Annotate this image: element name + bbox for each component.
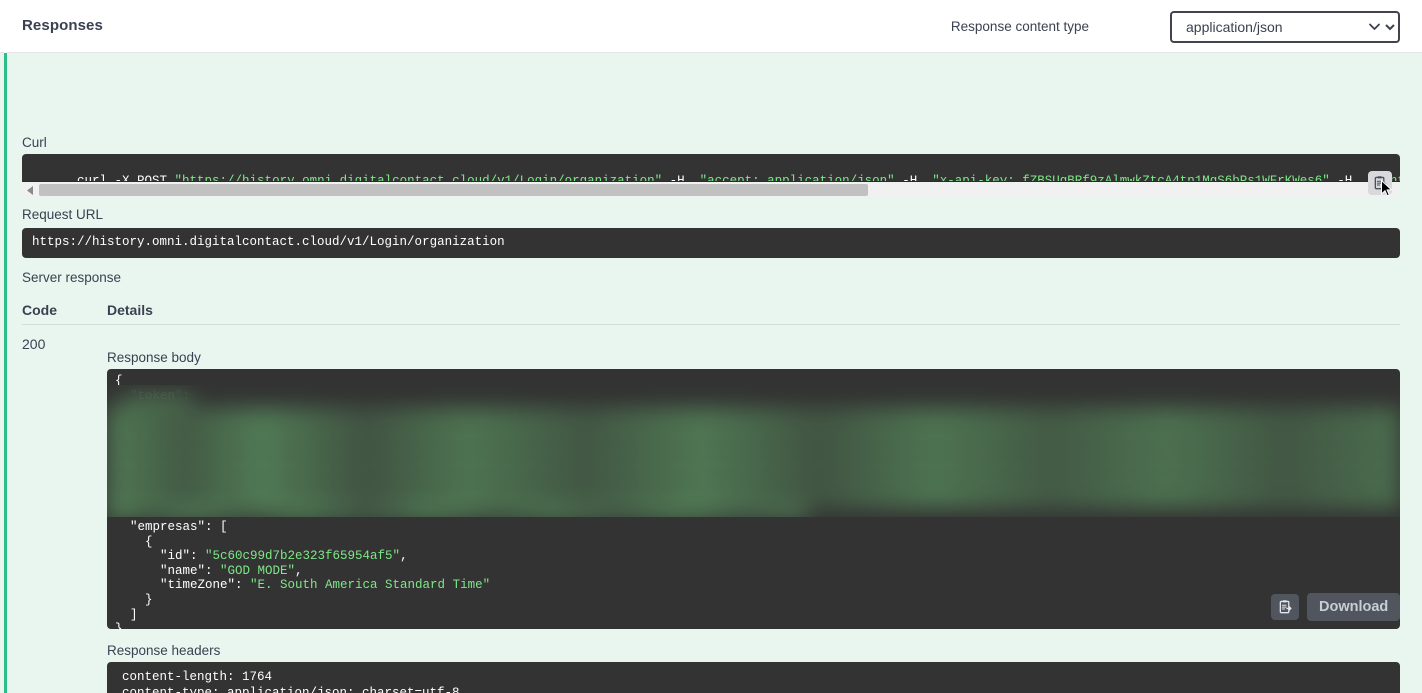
curl-segment: -H [894,174,933,181]
curl-segment: "https://history.omni.digitalcontact.clo… [174,174,663,181]
scroll-left-arrow-icon[interactable] [22,182,39,198]
json-token: "id": [160,549,206,564]
json-token: } [115,622,123,629]
status-code-value: 200 [22,336,46,352]
json-token: "token": [115,388,198,403]
response-content-type-label: Response content type [950,19,1089,34]
green-left-accent-bar [4,53,7,693]
response-body-json: { "token": "empresas": [ { "id": "5c60c9… [107,369,490,629]
response-content-type-select[interactable]: application/json [1170,11,1400,43]
json-token: { [115,374,123,388]
json-token: { [145,534,153,549]
json-token: "GOD MODE" [220,563,296,578]
responses-header-bar: Responses Response content type applicat… [0,0,1422,53]
response-headers-block: content-length: 1764 content-type: appli… [107,662,1400,693]
json-token: "E. South America Standard Time" [250,578,491,593]
json-token: "timeZone": [160,578,251,593]
curl-horizontal-scrollbar[interactable] [22,181,1400,198]
curl-segment: -H [662,174,700,181]
response-body-label: Response body [107,350,201,365]
json-token: "name": [160,563,221,578]
request-url-block: https://history.omni.digitalcontact.clou… [22,228,1400,258]
json-token: ] [130,607,138,622]
swagger-responses-panel: Responses Response content type applicat… [0,0,1422,693]
json-token: , [400,549,408,564]
table-divider [22,324,1400,325]
curl-command-text: curl -X POST "https://history.omni.digit… [77,174,1400,181]
json-token: "empresas": [ [130,519,228,534]
column-header-code: Code [22,302,57,318]
json-token: , [295,563,303,578]
responses-body: Curl curl -X POST "https://history.omni.… [0,53,1422,693]
header-left-accent [4,0,7,53]
curl-label: Curl [22,135,47,150]
json-token: } [145,592,153,607]
copy-to-clipboard-icon[interactable] [1271,594,1299,620]
copy-to-clipboard-icon[interactable] [1368,171,1392,195]
curl-command-block: curl -X POST "https://history.omni.digit… [22,154,1400,181]
server-response-label: Server response [22,270,122,285]
curl-segment: -H [1329,174,1368,181]
response-headers-label: Response headers [107,643,221,658]
download-button[interactable]: Download [1307,593,1401,621]
scrollbar-thumb[interactable] [39,184,868,196]
column-header-details: Details [107,302,153,318]
curl-segment: "x-api-key: fZBSUgBRf9zAlmwkZtcA4tn1MgS6… [932,174,1330,181]
curl-segment: "accept: application/json" [699,174,895,181]
request-url-label: Request URL [22,207,104,222]
page-title: Responses [22,17,103,34]
curl-segment: curl -X POST [77,174,175,181]
json-token: "5c60c99d7b2e323f65954af5" [205,549,401,564]
response-body-block: { "token": "empresas": [ { "id": "5c60c9… [107,369,1400,629]
response-body-actions: Download [1271,593,1401,621]
